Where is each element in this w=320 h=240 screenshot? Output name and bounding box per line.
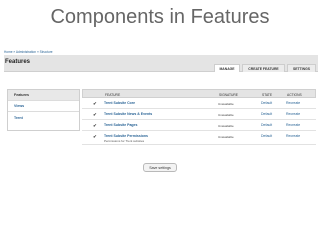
breadcrumb[interactable]: Home » Administration » Structure xyxy=(4,50,53,54)
checkbox[interactable]: ✔ xyxy=(93,134,97,140)
state-link[interactable]: Default xyxy=(261,101,272,105)
state-link[interactable]: Default xyxy=(261,134,272,138)
table-row: ✔ Trent Subsite Core Unavailable Default… xyxy=(82,98,316,109)
checkbox[interactable]: ✔ xyxy=(93,101,97,107)
sidebar-item-features[interactable]: Features xyxy=(8,90,79,101)
feature-name[interactable]: Trent Subsite News & Events xyxy=(104,112,152,116)
tab-manage[interactable]: MANAGE xyxy=(214,64,240,72)
signature: Unavailable xyxy=(218,102,234,106)
signature: Unavailable xyxy=(218,135,234,139)
tab-create-feature[interactable]: CREATE FEATURE xyxy=(242,64,285,72)
checkbox[interactable]: ✔ xyxy=(93,123,97,129)
page-title: Features xyxy=(5,59,31,65)
slide-title: Components in Features xyxy=(50,6,270,28)
recreate-link[interactable]: Recreate xyxy=(286,134,300,138)
header-actions: ACTIONS xyxy=(287,93,302,97)
signature: Unavailable xyxy=(218,113,234,117)
state-link[interactable]: Default xyxy=(261,112,272,116)
page-header: Features MANAGE CREATE FEATURE SETTINGS xyxy=(4,55,318,72)
table-row: ✔ Trent Subsite Permissions Permissions … xyxy=(82,131,316,145)
primary-tabs: MANAGE CREATE FEATURE SETTINGS xyxy=(214,64,316,72)
save-settings-button[interactable]: Save settings xyxy=(143,163,177,172)
header-feature: FEATURE xyxy=(105,93,121,97)
recreate-link[interactable]: Recreate xyxy=(286,112,300,116)
feature-description: Permissions for Trent subsites xyxy=(104,139,145,143)
recreate-link[interactable]: Recreate xyxy=(286,123,300,127)
feature-name[interactable]: Trent Subsite Pages xyxy=(104,123,137,127)
features-table: FEATURE SIGNATURE STATE ACTIONS ✔ Trent … xyxy=(82,89,316,145)
table-header: FEATURE SIGNATURE STATE ACTIONS xyxy=(82,89,316,98)
signature: Unavailable xyxy=(218,124,234,128)
sidebar-item-trent[interactable]: Trent xyxy=(8,112,79,123)
vertical-tabs: Features Views Trent xyxy=(7,89,80,131)
checkbox[interactable]: ✔ xyxy=(93,112,97,118)
table-row: ✔ Trent Subsite Pages Unavailable Defaul… xyxy=(82,120,316,131)
feature-name[interactable]: Trent Subsite Core xyxy=(104,101,135,105)
table-row: ✔ Trent Subsite News & Events Unavailabl… xyxy=(82,109,316,120)
header-state: STATE xyxy=(262,93,273,97)
tab-settings[interactable]: SETTINGS xyxy=(287,64,316,72)
recreate-link[interactable]: Recreate xyxy=(286,101,300,105)
state-link[interactable]: Default xyxy=(261,123,272,127)
sidebar-item-views[interactable]: Views xyxy=(8,101,79,112)
feature-name[interactable]: Trent Subsite Permissions xyxy=(104,134,148,138)
header-signature: SIGNATURE xyxy=(219,93,238,97)
